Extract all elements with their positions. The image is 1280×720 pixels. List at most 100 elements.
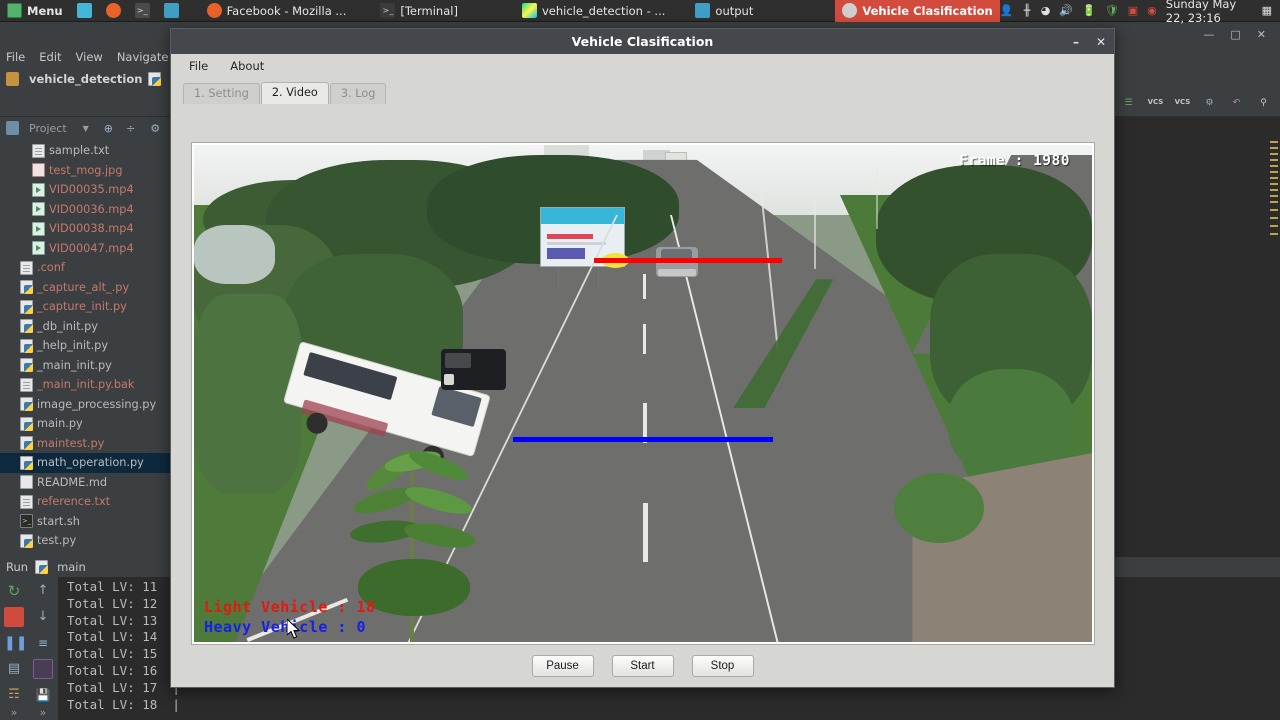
launcher-firefox[interactable]: [99, 0, 128, 22]
tree-item[interactable]: README.md: [0, 473, 175, 493]
window-button-vehicle-clasification[interactable]: Vehicle Clasification: [835, 0, 1000, 22]
shield-icon[interactable]: 🛡: [1105, 4, 1119, 18]
volume-icon[interactable]: 🔊: [1059, 4, 1073, 18]
tree-item[interactable]: _capture_init.py: [0, 297, 175, 317]
tree-item[interactable]: _db_init.py: [0, 317, 175, 337]
start-menu-button[interactable]: Menu: [0, 0, 70, 22]
project-tool-window-header[interactable]: Project ▼ ⊕ ÷ ⚙: [0, 117, 175, 139]
tree-item[interactable]: image_processing.py: [0, 395, 175, 415]
tree-item[interactable]: maintest.py: [0, 434, 175, 454]
launcher-files-2[interactable]: [157, 0, 186, 22]
user-icon[interactable]: 👤: [1000, 4, 1014, 18]
video-canvas[interactable]: Frame : 1980 Light Vehicle : 18 Heavy Ve…: [194, 145, 1092, 642]
app-tabstrip[interactable]: 1. Setting 2. Video 3. Log: [171, 78, 1114, 104]
workspace-switcher-icon[interactable]: ▦: [1262, 4, 1272, 18]
tree-item[interactable]: .conf: [0, 258, 175, 278]
run-toolbar-left-second[interactable]: ↑ ↓ ≡ 💾 »: [29, 577, 58, 720]
pause-button[interactable]: Pause: [531, 655, 594, 677]
tree-item[interactable]: math_operation.py: [0, 453, 175, 473]
vehicle-clasification-window[interactable]: Vehicle Clasification – ✕ File About 1. …: [170, 28, 1115, 688]
launcher-files[interactable]: [70, 0, 99, 22]
window-button-output[interactable]: output: [688, 0, 760, 22]
python-file-icon: [20, 533, 33, 548]
battery-icon[interactable]: 🔋: [1082, 4, 1096, 18]
vcs-update-icon[interactable]: VCS: [1147, 94, 1164, 111]
app-window-controls[interactable]: – ✕: [1073, 29, 1106, 54]
taskbar-clock[interactable]: Sunday May 22, 23:16: [1166, 0, 1253, 25]
ide-window-controls[interactable]: — □ ✕: [1203, 28, 1280, 41]
window-button-terminal[interactable]: >_ [Terminal]: [373, 0, 465, 22]
expand-icon[interactable]: ÷: [126, 122, 135, 135]
python-file-icon: [20, 319, 33, 334]
tree-item[interactable]: _help_init.py: [0, 336, 175, 356]
start-button[interactable]: Start: [611, 655, 674, 677]
tab-setting[interactable]: 1. Setting: [183, 82, 260, 104]
settings-icon[interactable]: ⚙: [1201, 94, 1218, 111]
tree-item[interactable]: VID00047.mp4: [0, 239, 175, 259]
tree-item[interactable]: _capture_alt_.py: [0, 278, 175, 298]
update-icon[interactable]: ▣: [1128, 4, 1138, 18]
ide-toolbar-icons[interactable]: ▶ ☰ VCS VCS ⚙ ↶ ⚲: [1093, 94, 1272, 111]
save-console-icon[interactable]: 💾: [33, 685, 53, 705]
tree-item[interactable]: VID00038.mp4: [0, 219, 175, 239]
ide-menu-file[interactable]: File: [6, 50, 25, 64]
tree-item[interactable]: VID00036.mp4: [0, 200, 175, 220]
desktop-taskbar[interactable]: Menu >_ Facebook - Mozilla ... >_ [Termi…: [0, 0, 1280, 25]
tree-item[interactable]: VID00035.mp4: [0, 180, 175, 200]
bluetooth-icon[interactable]: ╫: [1022, 4, 1031, 18]
gear-icon[interactable]: ⚙: [150, 122, 160, 135]
tab-log[interactable]: 3. Log: [329, 82, 387, 104]
app-menu-file[interactable]: File: [189, 59, 208, 73]
more-icon[interactable]: »: [4, 703, 24, 720]
tree-item[interactable]: main.py: [0, 414, 175, 434]
tree-item[interactable]: sample.txt: [0, 141, 175, 161]
stop-button[interactable]: Stop: [691, 655, 754, 677]
soft-wrap-icon[interactable]: ≡: [33, 633, 53, 653]
collapse-icon[interactable]: ⊕: [104, 122, 113, 135]
window-button-facebook[interactable]: Facebook - Mozilla ...: [200, 0, 354, 22]
run-configuration-name[interactable]: main: [57, 560, 86, 574]
tree-item[interactable]: >_ start.sh: [0, 512, 175, 532]
wifi-icon[interactable]: ◕: [1041, 4, 1051, 18]
pin-icon[interactable]: ☶: [4, 685, 24, 705]
scroll-up-icon[interactable]: ↑: [33, 581, 53, 601]
minimize-icon[interactable]: —: [1203, 28, 1214, 41]
tab-video[interactable]: 2. Video: [260, 81, 329, 104]
ide-menu-edit[interactable]: Edit: [39, 50, 61, 64]
tree-item[interactable]: _main_init.py: [0, 356, 175, 376]
app-menu-about[interactable]: About: [230, 59, 264, 73]
close-icon[interactable]: ✕: [1096, 35, 1106, 49]
system-tray[interactable]: 👤 ╫ ◕ 🔊 🔋 🛡 ▣ ◉ Sunday May 22, 23:16 ▦: [1000, 0, 1280, 25]
tree-item[interactable]: test_mog.jpg: [0, 161, 175, 181]
chevron-down-icon[interactable]: ▼: [83, 124, 89, 133]
print-icon[interactable]: ▤: [4, 659, 24, 679]
console-toggle-icon[interactable]: [33, 659, 53, 679]
pause-icon[interactable]: ❚❚: [4, 633, 27, 653]
vcs-commit-icon[interactable]: VCS: [1174, 94, 1191, 111]
undo-icon[interactable]: ↶: [1228, 94, 1245, 111]
more-icon-2[interactable]: »: [33, 703, 53, 720]
launcher-terminal[interactable]: >_: [128, 0, 157, 22]
recorder-icon[interactable]: ◉: [1147, 4, 1157, 18]
project-file-tree[interactable]: sample.txt test_mog.jpg VID00035.mp4 VID000…: [0, 139, 175, 557]
app-menubar[interactable]: File About: [171, 54, 1114, 78]
maximize-icon[interactable]: □: [1230, 28, 1240, 41]
breadcrumb-project[interactable]: vehicle_detection: [29, 72, 142, 86]
tree-item[interactable]: _main_init.py.bak: [0, 375, 175, 395]
run-arrow-icon[interactable]: ☰: [1120, 94, 1137, 111]
rerun-icon[interactable]: ↻: [4, 581, 24, 601]
search-icon[interactable]: ⚲: [1255, 94, 1272, 111]
minimize-icon[interactable]: –: [1073, 35, 1079, 49]
scroll-down-icon[interactable]: ↓: [33, 607, 53, 627]
center-dash: [643, 274, 646, 300]
playback-controls[interactable]: Pause Start Stop: [171, 655, 1114, 677]
ide-menu-view[interactable]: View: [76, 50, 103, 64]
tree-item[interactable]: reference.txt: [0, 492, 175, 512]
window-button-pycharm[interactable]: vehicle_detection - ...: [515, 0, 672, 22]
stop-icon[interactable]: [4, 607, 24, 627]
run-tool-window-header[interactable]: Run main: [0, 557, 175, 577]
tree-item[interactable]: test.py: [0, 531, 175, 551]
close-icon[interactable]: ✕: [1257, 28, 1266, 41]
editor-scroll-markers[interactable]: [1269, 117, 1279, 557]
ide-menu-navigate[interactable]: Navigate: [117, 50, 169, 64]
